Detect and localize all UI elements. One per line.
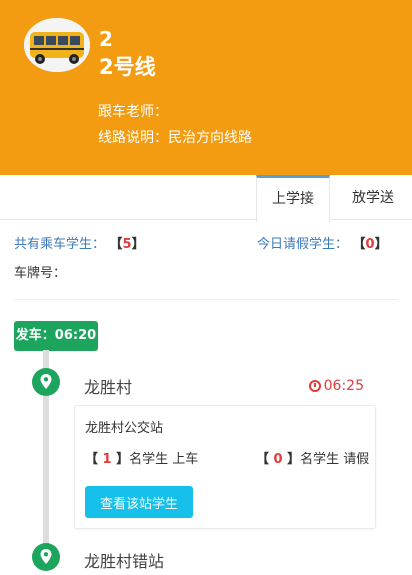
board-stat: 【 1 】名学生 上车	[85, 452, 199, 467]
leave-students-label: 今日请假学生：	[257, 237, 349, 252]
view-students-button[interactable]: 查看该站学生	[85, 486, 193, 518]
plate-number-line: 车牌号：	[14, 262, 66, 281]
stop-card: 龙胜村公交站 【 1 】名学生 上车 【 0 】名学生 请假 查看该站学生	[74, 405, 376, 529]
leave-students-stat: 今日请假学生： 【0】	[257, 237, 388, 252]
clock-icon	[308, 380, 321, 392]
leave-count: 0	[273, 452, 283, 467]
route-header: 2 2号线 跟车老师： 线路说明：民治方向线路	[0, 0, 412, 175]
stop-marker	[32, 368, 60, 396]
stop-name: 龙胜村	[84, 378, 133, 397]
divider	[14, 299, 398, 300]
total-students-value: 5	[122, 237, 132, 252]
station-name: 龙胜村公交站	[85, 421, 164, 436]
stop-time: 06:25	[308, 378, 364, 394]
board-count: 1	[102, 452, 112, 467]
tab-dropoff[interactable]: 放学送	[338, 175, 408, 219]
route-description-label: 线路说明：	[98, 130, 168, 146]
total-students-stat: 共有乘车学生： 【5】	[14, 237, 145, 252]
leave-students-value: 0	[365, 237, 375, 252]
route-description-value: 民治方向线路	[168, 130, 252, 146]
stop-name: 龙胜村错站	[84, 552, 165, 571]
plate-number-label: 车牌号：	[14, 266, 67, 281]
route-description-line: 线路说明：民治方向线路	[98, 129, 252, 147]
leave-stat: 【 0 】名学生 请假	[256, 452, 370, 467]
tab-pickup[interactable]: 上学接	[256, 175, 330, 222]
stop-time-value: 06:25	[323, 378, 364, 394]
map-pin-icon	[40, 374, 52, 389]
route-number: 2	[99, 27, 113, 51]
teacher-line: 跟车老师：	[98, 103, 168, 121]
total-students-label: 共有乘车学生：	[14, 237, 106, 252]
board-label: 名学生 上车	[129, 452, 199, 467]
bus-avatar	[24, 18, 90, 72]
teacher-label: 跟车老师：	[98, 104, 168, 120]
school-bus-icon	[24, 18, 90, 72]
map-pin-icon	[40, 549, 52, 564]
route-name: 2号线	[99, 55, 156, 79]
leave-label: 名学生 请假	[300, 452, 370, 467]
tab-bar: 上学接 放学送	[0, 175, 412, 222]
stop-marker	[32, 543, 60, 571]
departure-badge: 发车：06:20	[14, 321, 98, 351]
